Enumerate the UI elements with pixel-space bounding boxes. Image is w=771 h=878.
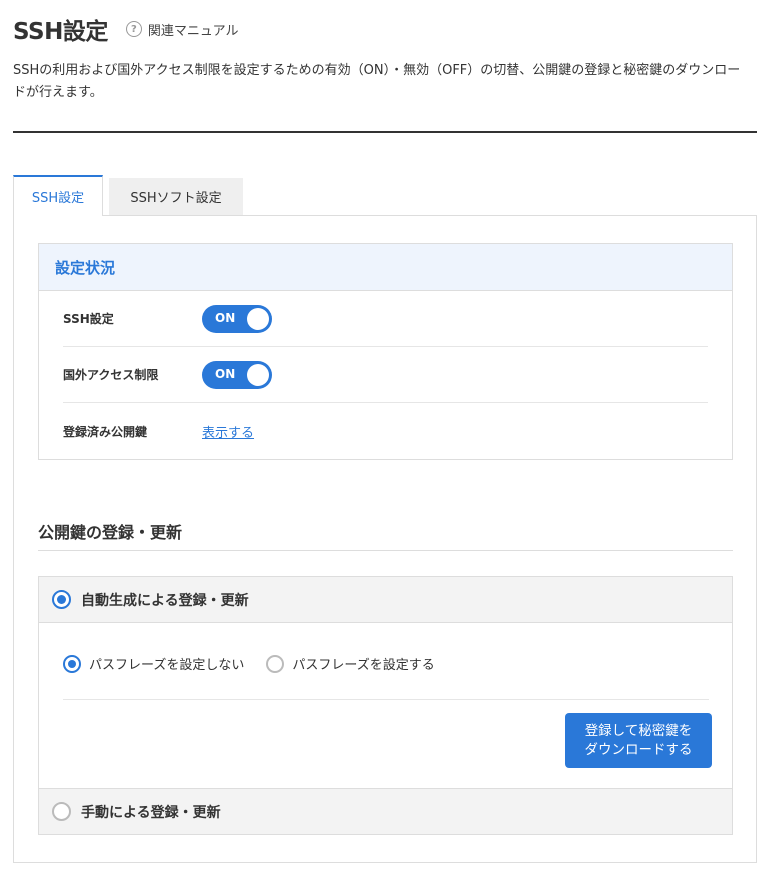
ssh-toggle[interactable]: ON — [202, 304, 272, 333]
page-title: SSH設定 — [13, 19, 108, 45]
status-label-foreign-access: 国外アクセス制限 — [63, 368, 159, 382]
set-passphrase-radio[interactable] — [266, 654, 285, 673]
page-header: SSH設定 ? 関連マニュアル SSHの利用および国外アクセス制限を設定するため… — [13, 14, 757, 104]
foreign-access-toggle-label: ON — [215, 366, 236, 381]
registration-box: 自動生成による登録・更新 パスフレーズを設定しない パスフレーズを設定する 登録… — [38, 576, 733, 835]
help-icon: ? — [125, 21, 142, 37]
ssh-toggle-knob — [247, 307, 269, 330]
title-row: SSH設定 ? 関連マニュアル — [13, 14, 757, 45]
status-row-public-key: 登録済み公開鍵 表示する — [63, 403, 708, 459]
register-download-button[interactable]: 登録して秘密鍵を ダウンロードする — [565, 713, 712, 768]
show-public-key-link[interactable]: 表示する — [202, 422, 254, 441]
ssh-toggle-label: ON — [215, 310, 236, 325]
tab-panel: 設定状況 SSH設定 ON 国外アクセス制限 ON 登録済み公開鍵 表示する 公… — [13, 215, 757, 863]
status-box: 設定状況 SSH設定 ON 国外アクセス制限 ON 登録済み公開鍵 表示する — [38, 243, 733, 460]
auto-registration-option[interactable]: 自動生成による登録・更新 — [39, 577, 732, 623]
tab-ssh-settings[interactable]: SSH設定 — [13, 175, 103, 216]
manual-registration-label: 手動による登録・更新 — [81, 804, 221, 821]
status-row-ssh: SSH設定 ON — [63, 291, 708, 347]
manual-registration-radio[interactable] — [52, 802, 71, 821]
header-divider — [13, 131, 757, 133]
registration-section-title: 公開鍵の登録・更新 — [38, 519, 733, 551]
no-passphrase-option[interactable]: パスフレーズを設定しない — [63, 654, 244, 673]
tab-bar: SSH設定 SSHソフト設定 — [13, 175, 243, 216]
related-manual-link[interactable]: ? 関連マニュアル — [125, 20, 239, 39]
foreign-access-toggle-knob — [247, 363, 269, 386]
tab-ssh-software-settings[interactable]: SSHソフト設定 — [109, 178, 243, 215]
status-label-public-key: 登録済み公開鍵 — [63, 424, 148, 439]
no-passphrase-radio[interactable] — [63, 654, 81, 673]
set-passphrase-label: パスフレーズを設定する — [292, 658, 435, 673]
page-description: SSHの利用および国外アクセス制限を設定するための有効（ON）・無効（OFF）の… — [13, 63, 741, 100]
auto-registration-label: 自動生成による登録・更新 — [81, 592, 249, 609]
status-label-ssh: SSH設定 — [63, 312, 114, 326]
passphrase-options: パスフレーズを設定しない パスフレーズを設定する — [63, 654, 709, 700]
auto-registration-radio[interactable] — [52, 590, 71, 609]
foreign-access-toggle[interactable]: ON — [202, 360, 272, 389]
status-row-foreign-access: 国外アクセス制限 ON — [63, 347, 708, 403]
manual-registration-option[interactable]: 手動による登録・更新 — [39, 788, 732, 834]
related-manual-label: 関連マニュアル — [147, 23, 239, 39]
set-passphrase-option[interactable]: パスフレーズを設定する — [266, 654, 435, 673]
no-passphrase-label: パスフレーズを設定しない — [89, 658, 245, 673]
status-heading: 設定状況 — [39, 244, 732, 291]
